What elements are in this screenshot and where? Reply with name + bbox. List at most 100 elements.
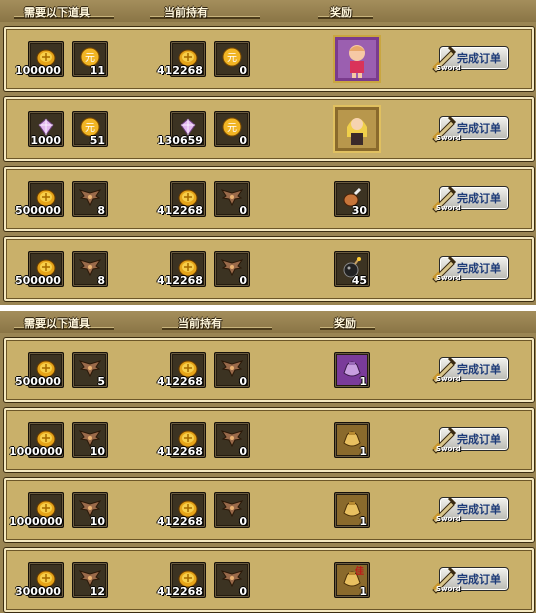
item-count: 300000 (15, 585, 61, 598)
need-item-slot[interactable]: 10 (72, 492, 108, 528)
have-item-slot[interactable]: 元 0 (214, 41, 250, 77)
item-count: 8 (97, 204, 105, 217)
need-item-slot[interactable]: 1000 (28, 111, 64, 147)
need-item-slot[interactable]: 100000 (15, 41, 64, 77)
complete-order-button[interactable]: 完成订单 Sword (429, 113, 509, 143)
reward-slot[interactable]: 1 (334, 422, 370, 458)
item-count: 0 (239, 204, 247, 217)
svg-text:元: 元 (227, 53, 237, 64)
have-item-slot[interactable]: 0 (214, 251, 250, 287)
item-count: 30 (351, 204, 367, 217)
complete-order-button[interactable]: 完成订单 Sword (429, 43, 509, 73)
item-count: 1000000 (9, 515, 63, 528)
complete-order-label: 完成订单 (457, 262, 501, 275)
item-count: 1000000 (9, 445, 63, 458)
complete-order-label: 完成订单 (457, 192, 501, 205)
item-count: 412268 (157, 274, 203, 287)
complete-order-label: 完成订单 (457, 52, 501, 65)
reward-slot[interactable]: 1 (334, 492, 370, 528)
item-count: 500000 (15, 375, 61, 388)
order-row: 1000000 10 412268 0 1 完成订单 Sword (4, 408, 534, 472)
have-item-slot[interactable]: 0 (214, 352, 250, 388)
order-row: 1000000 10 412268 0 1 完成订单 Sword (4, 478, 534, 542)
complete-order-button[interactable]: 完成订单 Sword (429, 564, 509, 594)
have-item-slot[interactable]: 130659 (157, 111, 206, 147)
have-item-slot[interactable]: 412268 (157, 352, 206, 388)
header-have: 当前持有 (178, 317, 222, 330)
sword-label: Sword (436, 134, 461, 142)
svg-text:元: 元 (85, 53, 95, 64)
complete-order-button[interactable]: 完成订单 Sword (429, 253, 509, 283)
need-item-slot[interactable]: 500000 (15, 181, 64, 217)
reward-slot[interactable]: 45 (334, 251, 370, 287)
have-item-slot[interactable]: 412268 (157, 251, 206, 287)
complete-order-button[interactable]: 完成订单 Sword (429, 354, 509, 384)
reward-slot[interactable]: 30 (334, 181, 370, 217)
order-row: 300000 12 412268 0 佳 1 完成订单 Sword (4, 548, 534, 612)
header-reward: 奖励 (334, 317, 356, 330)
have-item-slot[interactable]: 0 (214, 492, 250, 528)
item-count: 0 (239, 585, 247, 598)
complete-order-label: 完成订单 (457, 503, 501, 516)
item-count: 1 (359, 445, 367, 458)
have-item-slot[interactable]: 元 0 (214, 111, 250, 147)
item-count: 100000 (15, 64, 61, 77)
header-reward: 奖励 (330, 6, 352, 19)
item-count: 1000 (30, 134, 61, 147)
reward-slot[interactable]: 1 (334, 352, 370, 388)
complete-order-label: 完成订单 (457, 573, 501, 586)
have-item-slot[interactable]: 0 (214, 562, 250, 598)
item-count: 1 (359, 515, 367, 528)
need-item-slot[interactable]: 500000 (15, 352, 64, 388)
order-row: 100000 元 11 412268 元 0 完成订单 Sword (4, 27, 534, 91)
character-portrait-blonde-icon (333, 105, 381, 153)
need-item-slot[interactable]: 300000 (15, 562, 64, 598)
character-portrait-girl-icon (333, 35, 381, 83)
need-item-slot[interactable]: 8 (72, 251, 108, 287)
column-header-bar: 需要以下道具 当前持有 奖励 (0, 311, 536, 333)
need-item-slot[interactable]: 12 (72, 562, 108, 598)
need-item-slot[interactable]: 1000000 (9, 492, 64, 528)
item-count: 0 (239, 274, 247, 287)
item-count: 1 (359, 375, 367, 388)
have-item-slot[interactable]: 412268 (157, 492, 206, 528)
need-item-slot[interactable]: 8 (72, 181, 108, 217)
item-count: 12 (89, 585, 105, 598)
complete-order-button[interactable]: 完成订单 Sword (429, 183, 509, 213)
item-count: 8 (97, 274, 105, 287)
item-count: 412268 (157, 204, 203, 217)
reward-slot[interactable] (333, 105, 381, 153)
item-count: 5 (97, 375, 105, 388)
item-count: 0 (239, 134, 247, 147)
need-item-slot[interactable]: 5 (72, 352, 108, 388)
order-panel-1: 需要以下道具 当前持有 奖励 100000 元 11 412268 元 0 完成… (0, 0, 536, 305)
have-item-slot[interactable]: 0 (214, 181, 250, 217)
complete-order-button[interactable]: 完成订单 Sword (429, 494, 509, 524)
need-item-slot[interactable]: 元 11 (72, 41, 108, 77)
item-count: 412268 (157, 515, 203, 528)
reward-slot[interactable] (333, 35, 381, 83)
reward-tag: 佳 (355, 567, 365, 577)
header-have: 当前持有 (164, 6, 208, 19)
complete-order-label: 完成订单 (457, 122, 501, 135)
complete-order-button[interactable]: 完成订单 Sword (429, 424, 509, 454)
have-item-slot[interactable]: 412268 (157, 41, 206, 77)
have-item-slot[interactable]: 0 (214, 422, 250, 458)
column-header-bar: 需要以下道具 当前持有 奖励 (0, 0, 536, 22)
have-item-slot[interactable]: 412268 (157, 181, 206, 217)
item-count: 10 (89, 515, 105, 528)
order-row: 1000 元 51 130659 元 0 完成订单 Sword (4, 97, 534, 161)
reward-slot[interactable]: 佳 1 (334, 562, 370, 598)
have-item-slot[interactable]: 412268 (157, 562, 206, 598)
need-item-slot[interactable]: 500000 (15, 251, 64, 287)
sword-label: Sword (436, 445, 461, 453)
item-count: 412268 (157, 375, 203, 388)
item-count: 11 (89, 64, 105, 77)
have-item-slot[interactable]: 412268 (157, 422, 206, 458)
need-item-slot[interactable]: 1000000 (9, 422, 64, 458)
need-item-slot[interactable]: 元 51 (72, 111, 108, 147)
item-count: 412268 (157, 585, 203, 598)
need-item-slot[interactable]: 10 (72, 422, 108, 458)
sword-label: Sword (436, 585, 461, 593)
order-panel-2: 需要以下道具 当前持有 奖励 500000 5 412268 0 1 完成订单 … (0, 311, 536, 613)
